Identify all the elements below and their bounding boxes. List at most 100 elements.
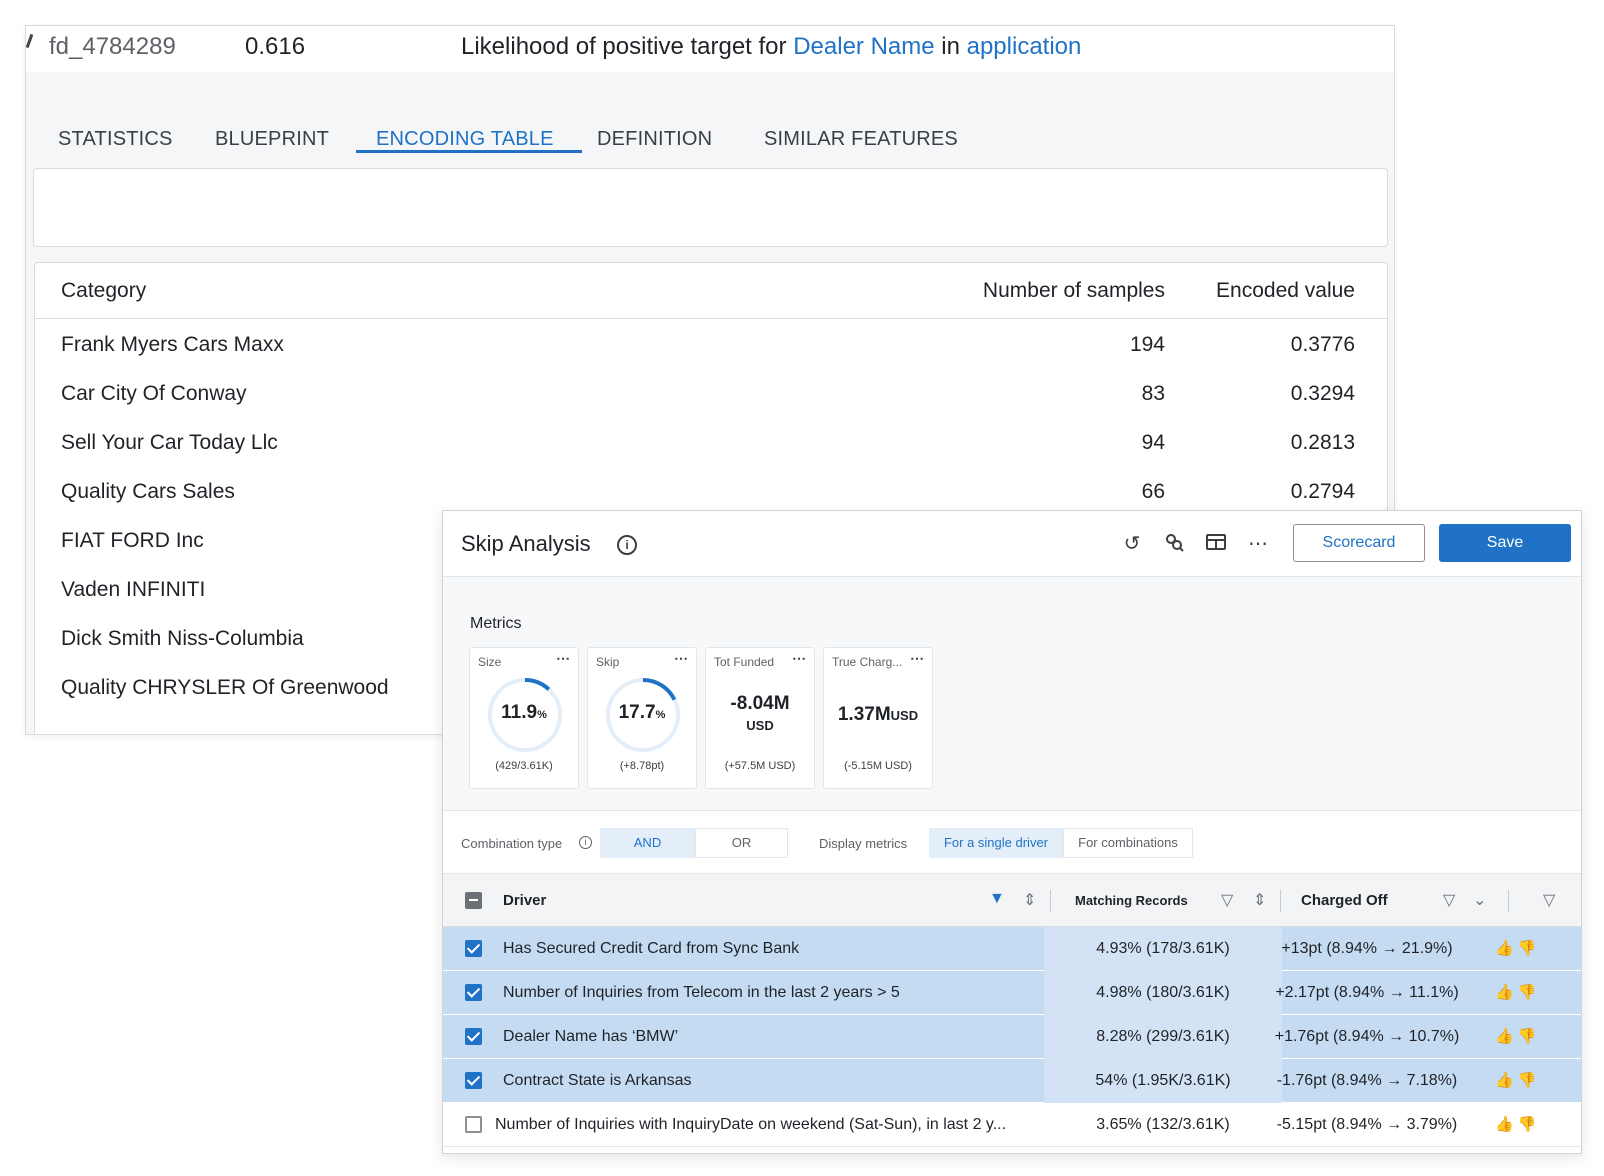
tab-statistics[interactable]: STATISTICS [58, 128, 173, 151]
undo-icon[interactable]: ↺ [1119, 531, 1145, 557]
metric-title: Tot Funded [714, 655, 775, 669]
filter-icon[interactable]: ▽ [1543, 890, 1555, 910]
column-header-encoded-value[interactable]: Encoded value [1216, 279, 1355, 303]
metric-unit: USD [746, 718, 774, 733]
row-checkbox[interactable] [465, 1116, 482, 1133]
samples-cell: 66 [1141, 480, 1165, 503]
samples-cell: 194 [1129, 333, 1165, 356]
layout-icon[interactable] [1203, 531, 1229, 557]
feedback-icons[interactable]: 👍👎 [1495, 1071, 1540, 1089]
save-button[interactable]: Save [1439, 524, 1571, 562]
drivers-table-header: Driver ▼ ⇕ Matching Records ▽ ⇕ Charged … [443, 873, 1581, 927]
sort-icon[interactable]: ⇕ [1023, 890, 1036, 910]
matching-value: 54% (1.95K/3.61K) [1095, 1072, 1231, 1089]
column-header-category[interactable]: Category [61, 279, 146, 303]
category-cell: FIAT FORD Inc [61, 529, 204, 552]
info-icon[interactable]: i [617, 535, 637, 555]
display-combinations-option[interactable]: For combinations [1063, 828, 1193, 858]
tab-similar-features[interactable]: SIMILAR FEATURES [764, 128, 958, 151]
panel-title: Skip Analysis [461, 531, 591, 556]
feedback-icons[interactable]: 👍👎 [1495, 1115, 1540, 1133]
skip-analysis-panel: Skip Analysis i ↺ ⋯ Scorecard Save Metri… [442, 510, 1582, 1154]
filter-icon[interactable]: ▽ [1443, 890, 1455, 910]
more-options-icon[interactable]: ⋯ [1245, 531, 1271, 557]
column-divider [1508, 890, 1509, 912]
table-row[interactable]: Number of Inquiries from Telecom in the … [443, 971, 1581, 1015]
table-row[interactable]: Number of Inquiries with InquiryDate on … [443, 1103, 1581, 1147]
matching-cell: 54% (1.95K/3.61K) [1044, 1059, 1282, 1103]
scorecard-button[interactable]: Scorecard [1293, 524, 1425, 562]
more-options-icon[interactable]: ⋯ [556, 650, 570, 667]
collapse-arrow-icon[interactable] [26, 33, 34, 49]
sort-icon[interactable]: ⇕ [1253, 890, 1266, 910]
more-options-icon[interactable]: ⋯ [792, 650, 806, 667]
metric-unit: USD [890, 708, 919, 723]
table-row: Frank Myers Cars Maxx 194 0.3776 [35, 321, 1387, 369]
feedback-icons[interactable]: 👍👎 [1495, 1027, 1540, 1045]
settings-search-glyph [1166, 534, 1184, 552]
filter-icon[interactable]: ▼ [989, 890, 1005, 908]
tab-blueprint[interactable]: BLUEPRINT [215, 128, 329, 151]
chevron-down-icon[interactable]: ⌄ [1473, 890, 1486, 910]
thumbs-down-icon[interactable]: 👎 [1518, 1028, 1541, 1045]
settings-search-icon[interactable] [1161, 531, 1187, 557]
more-options-icon[interactable]: ⋯ [910, 650, 924, 667]
table-row[interactable]: Has Secured Credit Card from Sync Bank 4… [443, 927, 1581, 971]
thumbs-up-icon[interactable]: 👍 [1495, 1028, 1518, 1045]
thumbs-down-icon[interactable]: 👎 [1518, 1116, 1541, 1133]
empty-card [33, 168, 1388, 247]
column-header-driver[interactable]: Driver [503, 892, 546, 909]
feature-header: fd_4784289 0.616 Likelihood of positive … [26, 26, 1394, 72]
thumbs-down-icon[interactable]: 👎 [1518, 940, 1541, 957]
combination-controls: Combination type i AND OR Display metric… [443, 811, 1581, 873]
table-row[interactable]: Dealer Name has ‘BMW’ 8.28% (299/3.61K) … [443, 1015, 1581, 1059]
row-checkbox[interactable] [465, 1028, 482, 1045]
select-all-checkbox[interactable] [465, 892, 482, 909]
more-options-icon[interactable]: ⋯ [674, 650, 688, 667]
category-cell: Frank Myers Cars Maxx [61, 333, 284, 356]
metric-unit: % [537, 709, 547, 721]
metric-title: Size [478, 655, 502, 669]
feedback-icons[interactable]: 👍👎 [1495, 939, 1540, 957]
row-checkbox[interactable] [465, 940, 482, 957]
feature-tabs: STATISTICS BLUEPRINT ENCODING TABLE DEFI… [26, 90, 1394, 180]
category-cell: Sell Your Car Today Llc [61, 431, 278, 454]
thumbs-down-icon[interactable]: 👎 [1518, 1072, 1541, 1089]
charged-off-cell: -5.15pt (8.94% → 3.79%) [1276, 1116, 1458, 1133]
metric-number: -8.04M [730, 693, 790, 714]
metric-card-true-charged[interactable]: True Charg... ⋯ 1.37MUSD (-5.15M USD) [823, 647, 933, 789]
driver-cell: Has Secured Credit Card from Sync Bank [503, 940, 800, 957]
thumbs-up-icon[interactable]: 👍 [1495, 984, 1518, 1001]
feedback-icons[interactable]: 👍👎 [1495, 983, 1540, 1001]
metrics-section: Metrics Size ⋯ 11.9% (429/3.61K) Skip ⋯ … [443, 577, 1581, 811]
display-metrics-label: Display metrics [819, 836, 908, 851]
application-link[interactable]: application [967, 33, 1082, 60]
metric-number: 17.7 [618, 702, 656, 723]
matching-value: 3.65% (132/3.61K) [1096, 1116, 1230, 1133]
filter-icon[interactable]: ▽ [1221, 890, 1233, 910]
display-single-driver-option[interactable]: For a single driver [929, 828, 1063, 858]
column-header-charged-off[interactable]: Charged Off [1301, 892, 1388, 909]
table-row[interactable]: Contract State is Arkansas 54% (1.95K/3.… [443, 1059, 1581, 1103]
combination-or-option[interactable]: OR [695, 828, 788, 858]
row-checkbox[interactable] [465, 1072, 482, 1089]
column-header-matching-records[interactable]: Matching Records [1075, 893, 1188, 908]
metric-card-tot-funded[interactable]: Tot Funded ⋯ -8.04M USD (+57.5M USD) [705, 647, 815, 789]
thumbs-down-icon[interactable]: 👎 [1518, 984, 1541, 1001]
tab-encoding-table[interactable]: ENCODING TABLE [376, 128, 554, 151]
info-icon[interactable]: i [579, 836, 592, 849]
thumbs-up-icon[interactable]: 👍 [1495, 940, 1518, 957]
thumbs-up-icon[interactable]: 👍 [1495, 1072, 1518, 1089]
metric-card-size[interactable]: Size ⋯ 11.9% (429/3.61K) [469, 647, 579, 789]
table-row: Quality Cars Sales 66 0.2794 [35, 468, 1387, 516]
metric-card-skip[interactable]: Skip ⋯ 17.7% (+8.78pt) [587, 647, 697, 789]
tab-definition[interactable]: DEFINITION [597, 128, 712, 151]
dealer-name-link[interactable]: Dealer Name [793, 33, 934, 60]
row-checkbox[interactable] [465, 984, 482, 1001]
thumbs-up-icon[interactable]: 👍 [1495, 1116, 1518, 1133]
metric-subtext: (-5.15M USD) [844, 760, 912, 772]
category-cell: Car City Of Conway [61, 382, 247, 405]
column-header-number-of-samples[interactable]: Number of samples [983, 279, 1165, 303]
metric-title: True Charg... [832, 655, 903, 669]
combination-and-option[interactable]: AND [600, 828, 695, 858]
